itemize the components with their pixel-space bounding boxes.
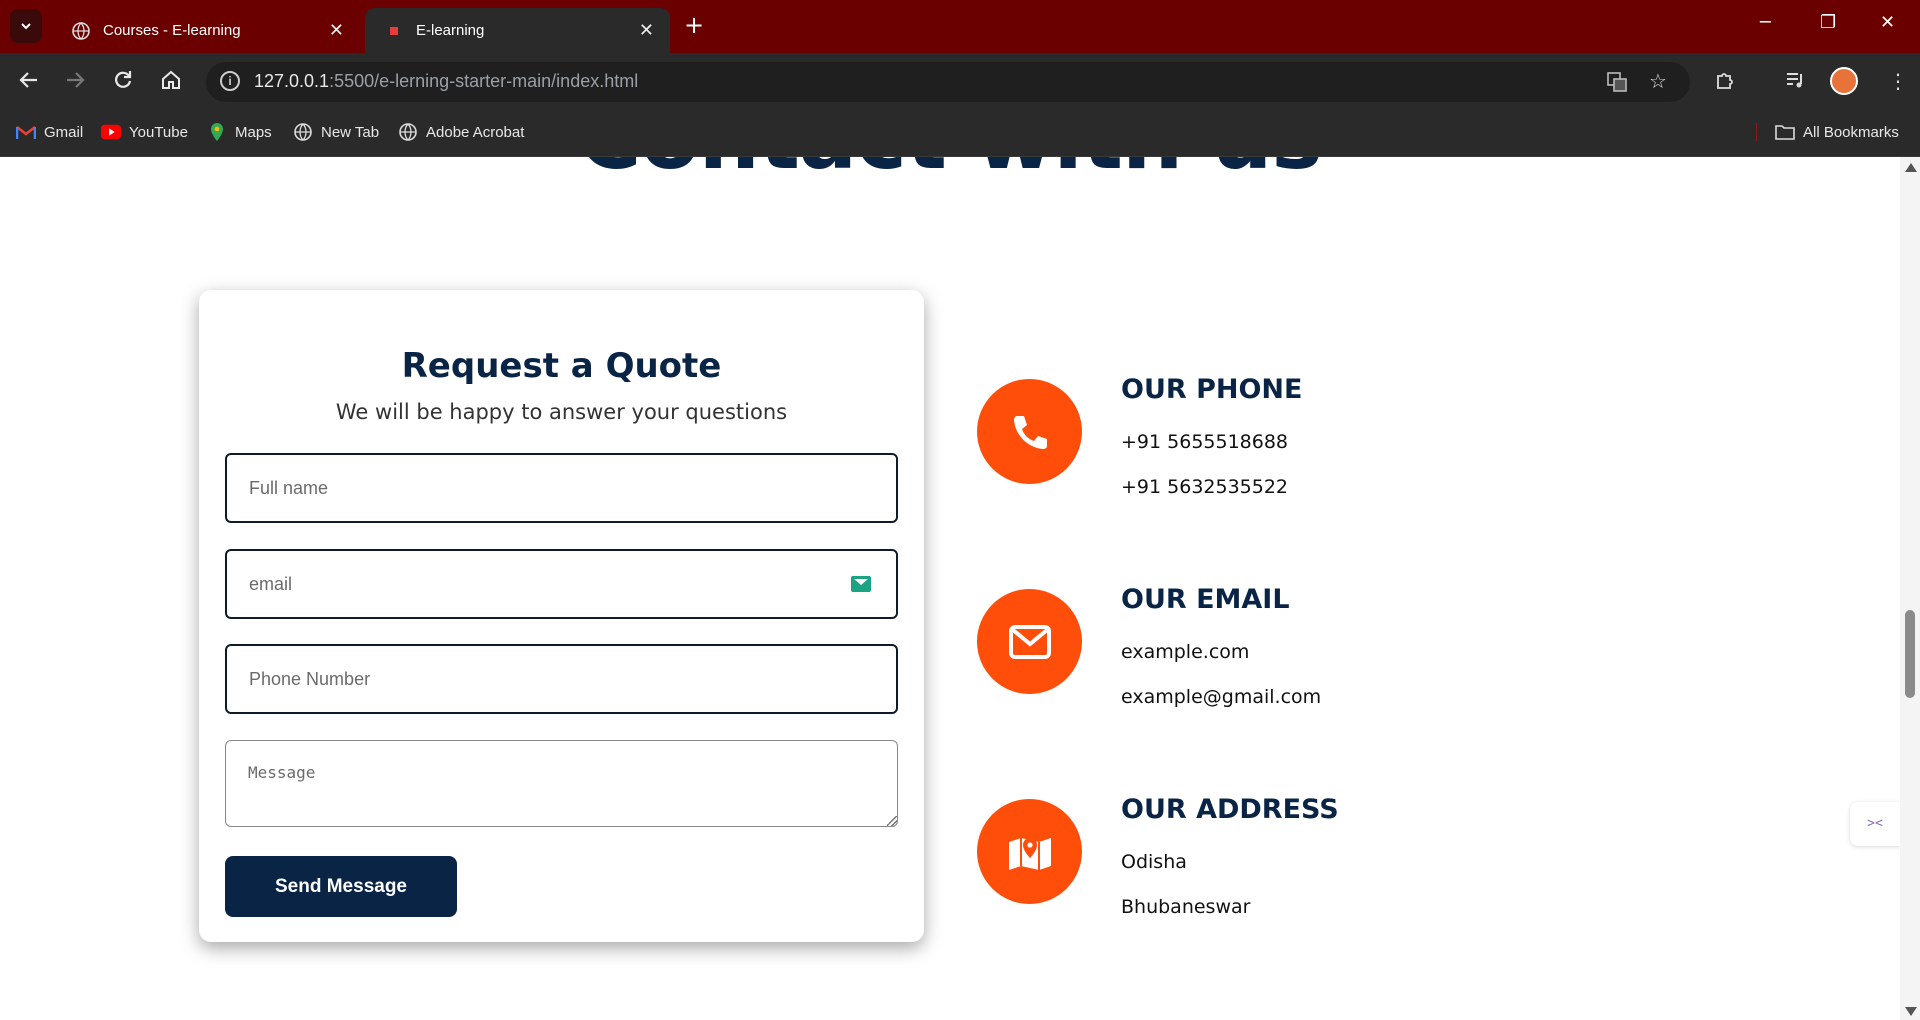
site-info-icon[interactable]: i bbox=[220, 71, 240, 91]
map-icon bbox=[1008, 837, 1051, 870]
phone-icon-circle bbox=[977, 379, 1082, 484]
back-icon[interactable] bbox=[18, 69, 40, 97]
contact-email-line: example.com bbox=[1121, 641, 1250, 663]
tab-title: E-learning bbox=[416, 22, 485, 39]
envelope-icon bbox=[1008, 624, 1051, 659]
browser-toolbar: i 127.0.0.1:5500/e-lerning-starter-main/… bbox=[0, 53, 1920, 111]
close-window-icon[interactable]: ✕ bbox=[1880, 12, 1895, 33]
contact-address-line: Odisha bbox=[1121, 851, 1187, 873]
email-input[interactable] bbox=[225, 549, 898, 619]
scroll-up-arrow[interactable] bbox=[1905, 163, 1917, 172]
contact-heading-address: OUR ADDRESS bbox=[1121, 794, 1339, 825]
media-control-icon[interactable] bbox=[1784, 69, 1806, 96]
address-bar[interactable]: i 127.0.0.1:5500/e-lerning-starter-main/… bbox=[206, 62, 1690, 102]
youtube-icon bbox=[101, 123, 121, 141]
textarea-resize-handle[interactable] bbox=[887, 816, 897, 826]
email-autofill-icon[interactable] bbox=[851, 576, 871, 592]
contact-heading-email: OUR EMAIL bbox=[1121, 584, 1290, 615]
send-message-button[interactable]: Send Message bbox=[225, 856, 457, 917]
all-bookmarks-folder[interactable]: All Bookmarks bbox=[1756, 123, 1899, 141]
tab-bar: Courses - E-learning ✕ E-learning ✕ + ─ … bbox=[0, 0, 1920, 53]
full-name-input[interactable] bbox=[225, 453, 898, 523]
message-textarea[interactable] bbox=[225, 740, 898, 827]
contact-phone-line: +91 5655518688 bbox=[1121, 431, 1289, 453]
bookmarks-bar: Gmail YouTube Maps New Tab Adobe Acrobat… bbox=[0, 111, 1920, 157]
page-viewport: Contact with us Request a Quote We will … bbox=[0, 157, 1900, 1020]
extensions-icon[interactable] bbox=[1714, 69, 1736, 96]
quote-title: Request a Quote bbox=[401, 346, 722, 386]
globe-icon bbox=[398, 123, 418, 141]
more-menu-icon[interactable]: ⋮ bbox=[1888, 69, 1908, 93]
scroll-down-arrow[interactable] bbox=[1905, 1007, 1917, 1016]
bookmark-maps[interactable]: Maps bbox=[207, 123, 272, 141]
quote-subtitle: We will be happy to answer your question… bbox=[335, 400, 788, 424]
minimize-icon[interactable]: ─ bbox=[1760, 12, 1771, 33]
url-text: 127.0.0.1:5500/e-lerning-starter-main/in… bbox=[254, 71, 639, 91]
restore-icon[interactable]: ❐ bbox=[1820, 12, 1836, 33]
contact-address-line: Bhubaneswar bbox=[1121, 896, 1251, 918]
maps-icon bbox=[207, 123, 227, 141]
close-icon[interactable]: ✕ bbox=[639, 20, 654, 41]
home-icon[interactable] bbox=[160, 69, 182, 97]
bookmark-star-icon[interactable]: ☆ bbox=[1649, 69, 1667, 93]
side-widget-code-icon[interactable]: >< bbox=[1850, 802, 1900, 846]
phone-icon bbox=[1013, 415, 1047, 449]
tab-elearning[interactable]: E-learning ✕ bbox=[365, 8, 670, 53]
bookmark-adobe-acrobat[interactable]: Adobe Acrobat bbox=[398, 123, 524, 141]
bookmark-youtube[interactable]: YouTube bbox=[101, 123, 188, 141]
chevron-down-icon bbox=[21, 23, 31, 30]
page-title: Contact with us bbox=[0, 157, 1900, 189]
quote-form-card: Request a Quote We will be happy to answ… bbox=[199, 290, 924, 942]
gmail-icon bbox=[16, 123, 36, 141]
tab-search-button[interactable] bbox=[10, 9, 42, 43]
site-favicon bbox=[385, 22, 403, 40]
address-icon-circle bbox=[977, 799, 1082, 904]
forward-icon[interactable] bbox=[64, 69, 86, 97]
globe-icon bbox=[293, 123, 313, 141]
globe-icon bbox=[72, 21, 90, 40]
email-icon-circle bbox=[977, 589, 1082, 694]
phone-number-input[interactable] bbox=[225, 644, 898, 714]
close-icon[interactable]: ✕ bbox=[329, 20, 344, 41]
folder-icon bbox=[1775, 123, 1795, 141]
page-scrollbar[interactable] bbox=[1900, 157, 1920, 1020]
contact-heading-phone: OUR PHONE bbox=[1121, 374, 1303, 405]
contact-email-line: example@gmail.com bbox=[1121, 686, 1322, 708]
new-tab-button[interactable]: + bbox=[684, 11, 704, 39]
bookmark-new-tab[interactable]: New Tab bbox=[293, 123, 379, 141]
profile-avatar[interactable] bbox=[1830, 67, 1858, 95]
bookmark-gmail[interactable]: Gmail bbox=[16, 123, 83, 141]
scroll-thumb[interactable] bbox=[1905, 610, 1915, 698]
tab-title: Courses - E-learning bbox=[103, 22, 241, 39]
translate-icon[interactable] bbox=[1606, 71, 1628, 98]
tab-courses[interactable]: Courses - E-learning ✕ bbox=[52, 8, 360, 53]
reload-icon[interactable] bbox=[112, 69, 134, 97]
contact-phone-line: +91 5632535522 bbox=[1121, 476, 1289, 498]
